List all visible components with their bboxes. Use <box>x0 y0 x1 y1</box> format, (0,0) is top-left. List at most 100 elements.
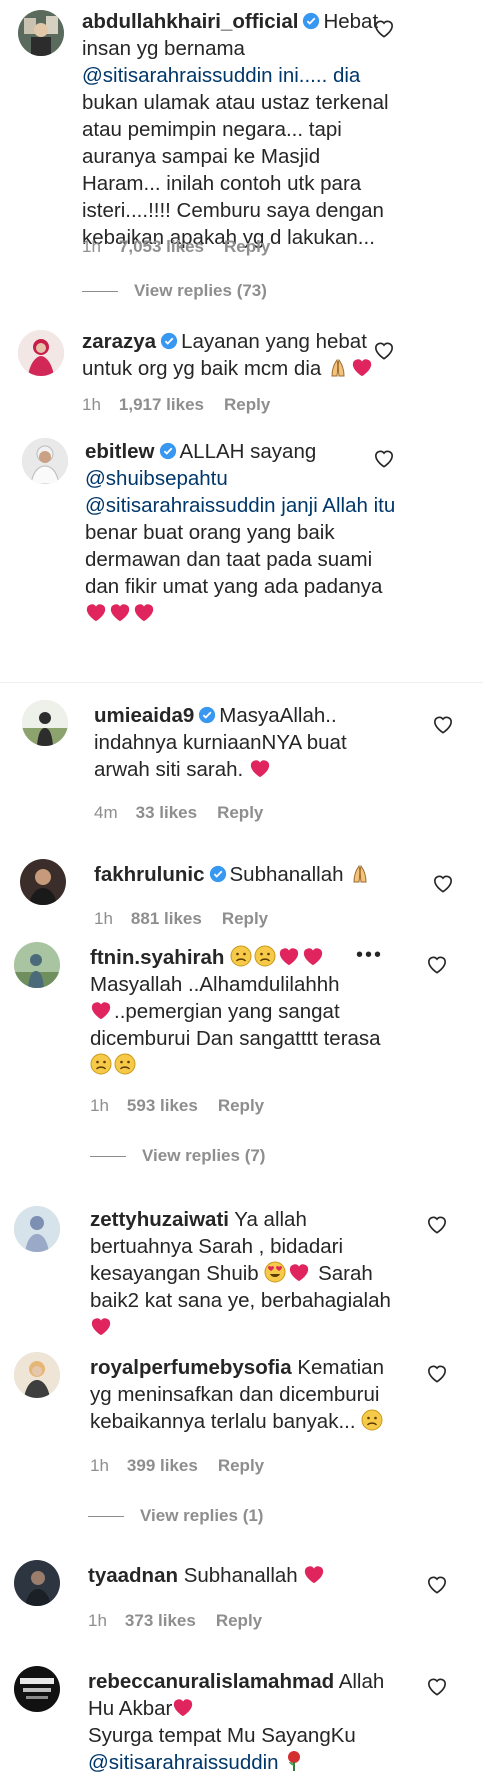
comment-text: rebeccanuralislamahmad Allah Hu Akbar Sy… <box>88 1670 385 1774</box>
red-heart-emoji-icon <box>305 1566 324 1584</box>
reply-button[interactable]: Reply <box>217 803 263 822</box>
username[interactable]: tyaadnan <box>88 1564 178 1587</box>
comment-text: fakhrulunic Subhanallah <box>94 861 434 888</box>
timestamp[interactable]: 4m <box>94 803 118 822</box>
username[interactable]: zettyhuzaiwati <box>90 1208 229 1231</box>
like-count[interactable]: 1,917 likes <box>119 395 204 414</box>
comment-meta: 1h 7,053 likes Reply <box>82 237 290 257</box>
red-heart-emoji-icon <box>91 1002 111 1020</box>
verified-badge-icon <box>160 332 178 350</box>
divider <box>0 682 483 683</box>
like-count[interactable]: 399 likes <box>127 1456 198 1475</box>
comment-meta: 1h 1,917 likes Reply <box>82 395 290 415</box>
divider-line <box>88 1516 124 1518</box>
comment-text: zettyhuzaiwati Ya allah bertuahnya Sarah… <box>90 1206 435 1341</box>
mention-link[interactable]: @sitisarahraissuddin <box>88 1751 279 1774</box>
rose-emoji-icon <box>288 1751 301 1771</box>
username[interactable]: umieaida9 <box>94 704 194 727</box>
comment-meta: 1h 881 likes Reply <box>94 909 288 929</box>
red-heart-emoji-icon <box>86 604 106 622</box>
avatar[interactable] <box>22 438 68 484</box>
username[interactable]: fakhrulunic <box>94 863 205 886</box>
avatar[interactable] <box>14 942 60 988</box>
divider-line <box>82 291 118 293</box>
comment-text: tyaadnan Subhanallah <box>88 1562 433 1589</box>
username[interactable]: rebeccanuralislamahmad <box>88 1670 334 1693</box>
username[interactable]: royalperfumebysofia <box>90 1356 292 1379</box>
reply-button[interactable]: Reply <box>224 237 270 256</box>
red-heart-emoji-icon <box>303 948 323 966</box>
more-options-button[interactable]: ••• <box>356 944 383 967</box>
timestamp[interactable]: 1h <box>82 237 101 256</box>
like-heart-icon[interactable] <box>432 714 454 734</box>
reply-button[interactable]: Reply <box>218 1096 264 1115</box>
like-heart-icon[interactable] <box>373 340 395 360</box>
red-heart-emoji-icon <box>279 948 299 966</box>
like-heart-icon[interactable] <box>432 873 454 893</box>
sad-face-emoji-icon <box>114 1053 136 1075</box>
username[interactable]: ftnin.syahirah <box>90 946 224 969</box>
red-heart-emoji-icon <box>352 359 372 377</box>
mention-link[interactable]: @shuibsepahtu <box>85 467 228 490</box>
red-heart-emoji-icon <box>91 1318 111 1336</box>
reply-button[interactable]: Reply <box>218 1456 264 1475</box>
comment-meta: 1h 373 likes Reply <box>88 1611 282 1631</box>
red-heart-emoji-icon <box>250 760 270 778</box>
praying-hands-emoji-icon <box>331 358 345 377</box>
heart-eyes-emoji-icon <box>264 1261 286 1283</box>
avatar[interactable] <box>18 330 64 376</box>
view-replies-button[interactable]: View replies (1) <box>88 1506 263 1526</box>
divider-line <box>90 1156 126 1158</box>
sad-face-emoji-icon <box>361 1409 383 1431</box>
timestamp[interactable]: 1h <box>90 1456 109 1475</box>
username[interactable]: ebitlew <box>85 440 155 463</box>
avatar[interactable] <box>14 1206 60 1252</box>
avatar[interactable] <box>20 859 66 905</box>
red-heart-emoji-icon <box>134 604 154 622</box>
avatar[interactable] <box>14 1352 60 1398</box>
like-heart-icon[interactable] <box>373 448 395 468</box>
mention-link[interactable]: @sitisarahraissuddin janji Allah itu <box>85 494 395 517</box>
verified-badge-icon <box>159 442 176 460</box>
verified-badge-icon <box>303 12 320 30</box>
comment-text: abdullahkhairi_official Hebat insan yg be… <box>82 10 389 249</box>
comment-text: zarazya Layanan yang hebat untuk org yg b… <box>82 328 422 382</box>
like-count[interactable]: 7,053 likes <box>119 237 204 256</box>
sad-face-emoji-icon <box>90 1053 112 1075</box>
like-heart-icon[interactable] <box>426 1574 448 1594</box>
sad-face-emoji-icon <box>230 945 252 967</box>
reply-button[interactable]: Reply <box>216 1611 262 1630</box>
like-count[interactable]: 373 likes <box>125 1611 196 1630</box>
like-heart-icon[interactable] <box>373 18 395 38</box>
red-heart-emoji-icon <box>110 604 130 622</box>
timestamp[interactable]: 1h <box>82 395 101 414</box>
avatar[interactable] <box>22 700 68 746</box>
comment-meta: 1h 593 likes Reply <box>90 1096 284 1116</box>
like-heart-icon[interactable] <box>426 1214 448 1234</box>
view-replies-button[interactable]: View replies (7) <box>90 1146 265 1166</box>
comment-meta: 1h 399 likes Reply <box>90 1456 284 1476</box>
like-heart-icon[interactable] <box>426 1363 448 1383</box>
red-heart-emoji-icon <box>174 1699 193 1717</box>
like-count[interactable]: 33 likes <box>136 803 197 822</box>
like-count[interactable]: 593 likes <box>127 1096 198 1115</box>
timestamp[interactable]: 1h <box>88 1611 107 1630</box>
like-heart-icon[interactable] <box>426 954 448 974</box>
comment-text: royalperfumebysofia Kematian yg meninsaf… <box>90 1356 384 1433</box>
avatar[interactable] <box>14 1666 60 1712</box>
like-count[interactable]: 881 likes <box>131 909 202 928</box>
reply-button[interactable]: Reply <box>222 909 268 928</box>
view-replies-button[interactable]: View replies (73) <box>82 281 267 301</box>
like-heart-icon[interactable] <box>426 1676 448 1696</box>
username[interactable]: abdullahkhairi_official <box>82 10 298 33</box>
avatar[interactable] <box>18 10 64 56</box>
comment-text: umieaida9 MasyaAllah.. indahnya kurniaanN… <box>94 704 347 781</box>
red-heart-emoji-icon <box>290 1264 309 1282</box>
sad-face-emoji-icon <box>254 945 276 967</box>
reply-button[interactable]: Reply <box>224 395 270 414</box>
timestamp[interactable]: 1h <box>90 1096 109 1115</box>
mention-link[interactable]: @sitisarahraissuddin ini..... dia <box>82 64 360 87</box>
username[interactable]: zarazya <box>82 330 156 353</box>
avatar[interactable] <box>14 1560 60 1606</box>
timestamp[interactable]: 1h <box>94 909 113 928</box>
